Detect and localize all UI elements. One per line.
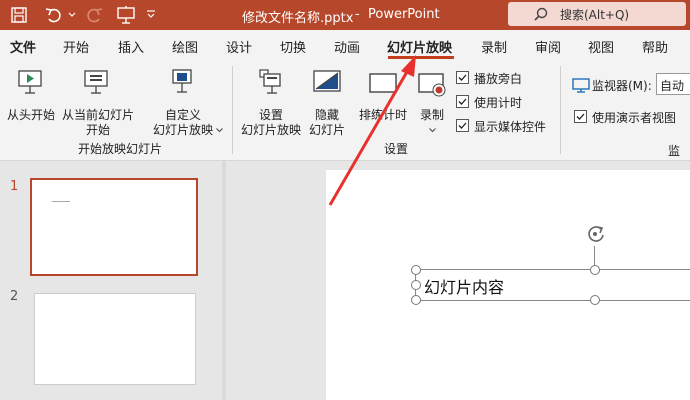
checkbox[interactable] [456,95,469,108]
search-icon [534,7,548,21]
tab-home[interactable]: 开始 [63,37,89,56]
save-icon[interactable] [10,6,28,24]
tab-draw[interactable]: 绘图 [172,37,198,56]
check-icon [458,122,467,129]
play-from-start-icon [18,70,42,94]
customize-toolbar-icon[interactable] [146,9,156,19]
setup-label-2: 幻灯片放映 [240,123,301,137]
document-title: 修改文件名称.pptx [242,11,354,26]
setup-show-icon [259,69,281,94]
from-beginning-label: 从头开始 [6,108,55,122]
rotate-handle-icon[interactable] [584,222,608,246]
record-button[interactable]: 录制 [412,66,452,136]
title-bar: 修改文件名称.pptx - PowerPoint 搜索(Alt+Q) [0,0,690,30]
resize-handle-left[interactable] [411,280,421,290]
tab-slideshow[interactable]: 幻灯片放映 [387,37,452,56]
resize-handle-top-left[interactable] [411,265,421,275]
search-placeholder: 搜索(Alt+Q) [560,8,630,22]
chevron-down-icon [216,128,223,133]
resize-handle-bottom-left[interactable] [411,295,421,305]
thumbnail-text-mark [52,201,70,202]
tab-insert[interactable]: 插入 [118,37,144,56]
tab-review[interactable]: 审阅 [535,37,561,56]
rehearse-icon [369,73,397,93]
check-icon [458,98,467,105]
tab-record[interactable]: 录制 [481,37,507,56]
monitor-label: 监视器(M): [592,79,652,93]
checkbox[interactable] [574,110,587,123]
slide-thumbnail-2[interactable] [34,293,196,385]
ribbon: 从头开始 从当前幻灯片 开始 自定义 幻灯片放映 开始放映幻灯片 设置 幻灯片放… [0,60,690,161]
play-narrations-label: 播放旁白 [474,72,523,86]
tab-design[interactable]: 设计 [226,37,252,56]
group-label-monitors: 监 [668,144,681,158]
undo-icon[interactable] [44,6,64,24]
monitor-select[interactable]: 自动 [656,73,690,95]
resize-handle-top[interactable] [590,265,600,275]
hide-label-2: 幻灯片 [308,123,345,137]
slide-thumbnail-panel[interactable]: 1 2 [0,161,222,400]
tab-view[interactable]: 视图 [588,37,614,56]
redo-icon[interactable] [84,6,104,24]
rehearse-label: 排练计时 [358,108,407,122]
slide-number-2: 2 [10,289,19,304]
group-label-setup: 设置 [383,142,408,156]
ribbon-divider [232,66,233,154]
resize-handle-bottom[interactable] [590,295,600,305]
tab-file[interactable]: 文件 [10,37,36,56]
checkbox[interactable] [456,119,469,132]
active-tab-underline [388,56,454,59]
play-from-current-icon [84,70,108,94]
setup-slideshow-button[interactable]: 设置 幻灯片放映 [238,66,304,137]
chevron-down-icon [429,128,436,133]
tab-transitions[interactable]: 切换 [280,37,306,56]
from-current-label-2: 开始 [85,123,110,137]
checkbox[interactable] [456,71,469,84]
custom-show-label-1: 自定义 [164,108,201,122]
from-current-button[interactable]: 从当前幻灯片 开始 [58,66,138,137]
custom-show-label-2: 幻灯片放映 [152,123,213,137]
check-icon [458,74,467,81]
ribbon-divider [560,66,561,154]
presenter-view-label: 使用演示者视图 [592,111,677,125]
rehearse-timings-button[interactable]: 排练计时 [356,66,410,136]
hide-slide-button[interactable]: 隐藏 幻灯片 [304,66,350,137]
search-box[interactable]: 搜索(Alt+Q) [508,2,686,26]
text-box[interactable]: 幻灯片内容 [415,269,690,301]
undo-dropdown-icon[interactable] [68,12,76,18]
show-media-controls-checkbox[interactable]: 显示媒体控件 [456,117,556,135]
record-label: 录制 [419,108,444,122]
use-timings-checkbox[interactable]: 使用计时 [456,93,556,111]
from-beginning-button[interactable]: 从头开始 [4,66,58,136]
custom-slideshow-button[interactable]: 自定义 幻灯片放映 [142,66,224,137]
group-label-start-slideshow: 开始放映幻灯片 [77,142,162,156]
hide-label-1: 隐藏 [314,108,339,122]
use-timings-label: 使用计时 [474,96,523,110]
play-narrations-checkbox[interactable]: 播放旁白 [456,69,556,87]
monitor-icon [572,78,590,93]
show-media-controls-label: 显示媒体控件 [474,120,547,134]
hide-slide-icon [313,70,341,92]
monitor-select-value: 自动 [660,79,685,93]
setup-label-1: 设置 [258,108,283,122]
title-separator: - [355,7,360,22]
use-presenter-view-checkbox[interactable]: 使用演示者视图 [574,108,690,126]
slide-thumbnail-1[interactable] [30,178,198,276]
slide-editor[interactable]: 幻灯片内容 [326,170,690,400]
slide-number-1: 1 [10,179,19,194]
from-current-label-1: 从当前幻灯片 [61,108,134,122]
tab-help[interactable]: 帮助 [642,37,668,56]
app-name: PowerPoint [368,7,440,22]
present-icon[interactable] [116,5,136,25]
slide-text-content: 幻灯片内容 [424,278,505,297]
tab-animations[interactable]: 动画 [334,37,360,56]
custom-show-icon [172,69,192,93]
check-icon [576,113,585,120]
record-icon [418,73,446,97]
menu-bar: 文件 开始 插入 绘图 设计 切换 动画 幻灯片放映 录制 审阅 视图 帮助 [0,30,690,60]
